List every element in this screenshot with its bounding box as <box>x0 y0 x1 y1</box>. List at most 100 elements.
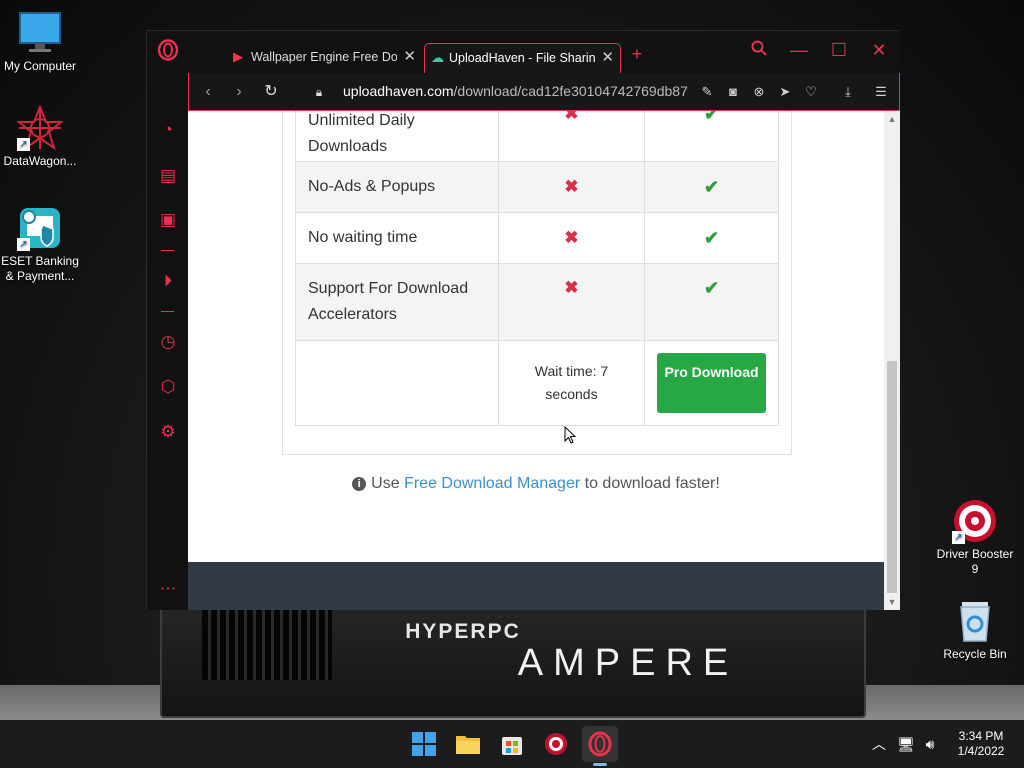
sidebar-divider <box>161 250 174 251</box>
wallpaper-model: AMPERE <box>517 642 739 684</box>
opera-gx-taskbar-icon[interactable] <box>582 726 618 766</box>
wait-time-text: Wait time: 7 seconds <box>534 363 609 402</box>
pro-download-button[interactable]: Pro Download <box>657 353 766 413</box>
start-button[interactable] <box>406 726 442 762</box>
desktop-icon-recycle-bin[interactable]: Recycle Bin <box>935 598 1015 662</box>
shortcut-arrow-icon: ↗ <box>17 238 30 251</box>
tab-uploadhaven[interactable]: ☁ UploadHaven - File Sharing ✕ <box>424 43 621 73</box>
gx-corner-icon[interactable]: ▤ <box>155 165 181 187</box>
scroll-up-arrow-icon[interactable]: ▲ <box>886 113 898 125</box>
new-tab-button[interactable]: + <box>623 43 651 65</box>
table-row: No waiting time ✖ ✔ <box>295 212 779 264</box>
download-icon[interactable]: ⤓ <box>838 82 858 102</box>
tab-wallpaper-engine[interactable]: ▶ Wallpaper Engine Free Dow ✕ <box>227 43 422 73</box>
pro-cell: ✔ <box>644 161 779 213</box>
desktop-icon-driver-booster[interactable]: ↗ Driver Booster 9 <box>935 498 1015 577</box>
eset-icon: ↗ <box>17 205 63 251</box>
url-path: /download/cad12fe30104742769db87 <box>453 83 688 99</box>
free-cell: ✖ <box>498 161 645 213</box>
sidebar-divider <box>161 311 174 312</box>
monitor-icon <box>17 10 63 56</box>
mouse-cursor-icon <box>564 425 577 444</box>
file-explorer-icon[interactable] <box>450 726 486 762</box>
clock-date: 1/4/2022 <box>957 744 1005 758</box>
clock-time: 3:34 PM <box>958 729 1004 743</box>
url-host: uploadhaven.com <box>343 83 454 99</box>
address-bar: ‹ › ↻ 🔒︎ uploadhaven.com/download/cad12f… <box>188 73 900 111</box>
table-row: Unlimited Daily Downloads ✖ ✔ <box>295 111 779 162</box>
opera-gx-logo-icon[interactable] <box>155 39 181 61</box>
gx-control-icon[interactable]: ◔ <box>155 119 181 141</box>
pro-cell: ✔ <box>644 212 779 264</box>
share-icon[interactable]: ✎ <box>697 82 717 102</box>
cross-icon: ✖ <box>564 278 579 297</box>
microsoft-store-icon[interactable] <box>494 726 530 762</box>
driver-booster-icon: ↗ <box>952 498 998 544</box>
desktop-icon-eset[interactable]: ↗ ESET Banking & Payment... <box>0 205 80 284</box>
taskbar-clock[interactable]: 3:34 PM 1/4/2022 <box>948 729 1014 759</box>
more-options-icon[interactable]: ⋯ <box>155 578 181 600</box>
browser-window: ▶ Wallpaper Engine Free Dow ✕ ☁ UploadHa… <box>146 30 900 610</box>
ad-block-icon[interactable]: ⊗ <box>749 82 769 102</box>
free-cell: ✖ <box>498 111 645 162</box>
network-icon[interactable]: 🖥︎ <box>896 735 916 753</box>
pro-cell: ✔ <box>644 263 779 341</box>
desktop-icon-label: ESET Banking & Payment... <box>1 254 79 283</box>
cloud-icon: ☁ <box>431 50 444 65</box>
send-icon[interactable]: ➤ <box>775 82 795 102</box>
windows-logo-icon <box>412 732 436 756</box>
cross-icon: ✖ <box>564 228 579 247</box>
close-window-button[interactable]: ✕ <box>865 39 893 61</box>
free-cell: ✖ <box>498 212 645 264</box>
close-tab-icon[interactable]: ✕ <box>403 43 416 71</box>
free-cell: ✖ <box>498 263 645 341</box>
minimize-button[interactable]: — <box>785 39 813 61</box>
datawagon-icon: ↗ <box>16 104 64 151</box>
table-row: Support For Download Accelerators ✖ ✔ <box>295 263 779 341</box>
history-icon[interactable]: ◷ <box>155 331 181 353</box>
free-download-manager-link[interactable]: Free Download Manager <box>404 475 580 492</box>
feature-cell: Support For Download Accelerators <box>295 263 499 341</box>
desktop-icon-label: Recycle Bin <box>943 647 1007 661</box>
browser-sidebar: ◔ ▤ ▣ ⏵ ◷ ⬡ ⚙ ⋯ <box>147 31 188 610</box>
plan-comparison-card: Unlimited Daily Downloads ✖ ✔ No-Ads & P… <box>282 111 792 455</box>
back-button[interactable]: ‹ <box>197 81 219 103</box>
bookmark-heart-icon[interactable]: ♡ <box>801 82 821 102</box>
pc-vent <box>202 610 332 680</box>
search-tabs-icon[interactable] <box>745 39 773 61</box>
desktop-icon-datawagon[interactable]: ↗ DataWagon... <box>0 104 80 169</box>
settings-gear-icon[interactable]: ⚙ <box>155 421 181 443</box>
desktop-icon-my-computer[interactable]: My Computer <box>0 10 80 74</box>
url-field[interactable]: uploadhaven.com/download/cad12fe30104742… <box>343 83 691 99</box>
extensions-cube-icon[interactable]: ⬡ <box>155 376 181 398</box>
page-footer <box>188 562 884 610</box>
lock-icon[interactable]: 🔒︎ <box>308 81 330 103</box>
recycle-bin-icon <box>952 598 998 644</box>
wait-cell: Wait time: 7 seconds <box>498 340 645 426</box>
check-icon: ✔ <box>703 278 720 298</box>
volume-icon[interactable]: 🔊︎ <box>920 735 940 753</box>
empty-cell <box>295 340 499 426</box>
check-icon: ✔ <box>703 176 720 197</box>
player-icon[interactable]: ⏵ <box>155 270 181 292</box>
pro-download-cell: Pro Download <box>644 340 779 426</box>
maximize-button[interactable]: ☐ <box>825 39 853 61</box>
browser-titlebar: ▶ Wallpaper Engine Free Dow ✕ ☁ UploadHa… <box>147 31 900 73</box>
easy-setup-menu-icon[interactable]: ☰ <box>871 82 891 102</box>
check-icon: ✔ <box>703 111 720 124</box>
forward-button[interactable]: › <box>228 81 250 103</box>
twitch-icon[interactable]: ▣ <box>155 209 181 231</box>
scrollbar-thumb[interactable] <box>887 361 897 593</box>
page-scrollbar[interactable]: ▲ ▼ <box>884 111 900 610</box>
scroll-down-arrow-icon[interactable]: ▼ <box>886 596 898 608</box>
shortcut-arrow-icon: ↗ <box>952 531 965 544</box>
close-tab-icon[interactable]: ✕ <box>601 44 614 72</box>
show-hidden-icons-chevron-icon[interactable]: ︿ <box>869 735 889 753</box>
reload-button[interactable]: ↻ <box>260 81 282 103</box>
web-page: Unlimited Daily Downloads ✖ ✔ No-Ads & P… <box>188 111 884 610</box>
feature-cell: No waiting time <box>295 212 499 264</box>
snapshot-camera-icon[interactable]: ◙ <box>723 82 743 102</box>
taskbar: ︿ 🖥︎ 🔊︎ 3:34 PM 1/4/2022 <box>0 720 1024 768</box>
cross-icon: ✖ <box>564 111 579 123</box>
driver-booster-taskbar-icon[interactable] <box>538 726 574 762</box>
